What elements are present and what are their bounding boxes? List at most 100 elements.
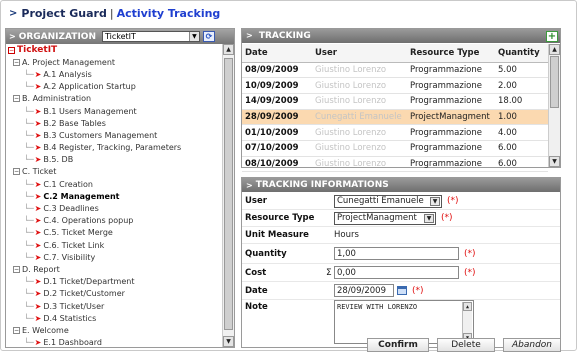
collapse-icon[interactable]: − bbox=[13, 95, 20, 103]
column-header-resource-type[interactable]: Resource Type bbox=[407, 44, 495, 63]
organization-header: > ORGANIZATION TicketIT ▼ ⟳ bbox=[6, 29, 234, 44]
scroll-down-icon[interactable]: ▼ bbox=[549, 156, 560, 167]
unit-measure-value: Hours bbox=[334, 230, 359, 240]
table-row[interactable]: 08/09/2009 Giustino Lorenzo Programmazione… bbox=[242, 62, 548, 79]
tree-scrollbar[interactable]: ▲ ▼ bbox=[222, 44, 234, 347]
required-mark: (*) bbox=[464, 267, 476, 278]
arrow-right-icon: ➤ bbox=[34, 204, 42, 214]
table-row[interactable]: 01/10/2009 Giustino Lorenzo Programmazione… bbox=[242, 124, 548, 141]
user-select[interactable]: Cunegatti Emanuele ▼ bbox=[334, 194, 442, 208]
tree-item[interactable]: └─ ➤ C.7. Visibility bbox=[8, 251, 222, 263]
abandon-button[interactable]: Abandon bbox=[503, 338, 561, 352]
quantity-input[interactable]: 1,00 bbox=[334, 247, 459, 260]
arrow-right-icon: ➤ bbox=[34, 301, 42, 311]
collapse-icon[interactable]: − bbox=[13, 265, 20, 273]
tree-item[interactable]: └─ ➤ E.1 Dashboard bbox=[8, 337, 222, 347]
tree-connector: └─ bbox=[24, 82, 34, 92]
tree-item[interactable]: └─ ➤ D.3 Ticket/User bbox=[8, 300, 222, 312]
cell-qty: 4.00 bbox=[495, 124, 548, 141]
required-mark: (*) bbox=[441, 213, 453, 223]
tree-group[interactable]: − C. Ticket bbox=[8, 166, 222, 178]
app-window: > Project Guard | Activity Tracking > OR… bbox=[0, 0, 577, 352]
tree-root-label: TicketIT bbox=[17, 45, 58, 56]
confirm-button[interactable]: Confirm bbox=[367, 338, 429, 352]
arrow-right-icon: ➤ bbox=[34, 240, 42, 250]
tree-item[interactable]: └─ ➤ D.1 Ticket/Department bbox=[8, 276, 222, 288]
refresh-icon[interactable]: ⟳ bbox=[202, 31, 215, 42]
tree-group[interactable]: − D. Report bbox=[8, 263, 222, 275]
tree-item-label: C.4. Operations popup bbox=[43, 216, 134, 226]
cell-qty: 1.00 bbox=[495, 109, 548, 126]
table-row[interactable]: 10/09/2009 Giustino Lorenzo Programmazione… bbox=[242, 77, 548, 94]
scroll-up-icon[interactable]: ▲ bbox=[549, 44, 560, 55]
table-row[interactable]: 28/09/2009 Cunegatti Emanuele ProjectManag… bbox=[242, 109, 548, 126]
table-row[interactable]: 08/10/2009 Giustino Lorenzo Programmazione… bbox=[242, 156, 548, 173]
tree-root[interactable]: − TicketIT bbox=[8, 44, 222, 56]
cost-input[interactable]: 0,00 bbox=[334, 266, 459, 279]
tree-item[interactable]: └─ ➤ B.3 Customers Management bbox=[8, 129, 222, 141]
tree-item[interactable]: └─ ➤ A.1 Analysis bbox=[8, 68, 222, 80]
calendar-icon[interactable] bbox=[397, 286, 407, 295]
tracking-scrollbar[interactable]: ▲ ▼ bbox=[548, 44, 560, 167]
resource-type-row: Resource Type ProjectManagment ▼ (*) bbox=[242, 210, 560, 227]
cell-user: Giustino Lorenzo bbox=[312, 93, 407, 110]
column-header-date[interactable]: Date bbox=[242, 44, 312, 63]
collapse-icon[interactable]: − bbox=[13, 58, 20, 66]
chevron-down-icon[interactable]: ▼ bbox=[188, 32, 199, 41]
cell-user: Giustino Lorenzo bbox=[312, 77, 407, 94]
tree-item[interactable]: └─ ➤ D.4 Statistics bbox=[8, 312, 222, 324]
table-row[interactable]: 07/10/2009 Giustino Lorenzo Programmazione… bbox=[242, 140, 548, 157]
collapse-icon[interactable]: − bbox=[8, 46, 15, 54]
arrow-right-icon: ➤ bbox=[34, 155, 42, 165]
collapse-icon[interactable]: − bbox=[13, 326, 20, 334]
collapse-icon[interactable]: − bbox=[13, 168, 20, 176]
cell-resource: Programmazione bbox=[407, 93, 495, 110]
tree-item[interactable]: └─ ➤ C.6. Ticket Link bbox=[8, 239, 222, 251]
cell-qty: 2.00 bbox=[495, 77, 548, 94]
tree-item[interactable]: └─ ➤ B.4 Register, Tracking, Parameters bbox=[8, 142, 222, 154]
tree-item[interactable]: └─ ➤ C.3 Deadlines bbox=[8, 202, 222, 214]
tracking-info-title: TRACKING INFORMATIONS bbox=[255, 180, 389, 190]
column-header-user[interactable]: User bbox=[312, 44, 407, 63]
scroll-down-icon[interactable]: ▼ bbox=[223, 336, 234, 347]
tree-group[interactable]: − E. Welcome bbox=[8, 324, 222, 336]
tree-item[interactable]: └─ ➤ C.4. Operations popup bbox=[8, 215, 222, 227]
tree-item[interactable]: └─ ➤ B.2 Base Tables bbox=[8, 117, 222, 129]
cell-qty: 6.00 bbox=[495, 156, 548, 173]
tree-connector: └─ bbox=[24, 313, 34, 323]
chevron-right-icon: > bbox=[9, 32, 16, 41]
organization-select[interactable]: TicketIT ▼ bbox=[101, 31, 200, 42]
add-icon[interactable]: + bbox=[546, 30, 558, 42]
tree-scroll-thumb[interactable] bbox=[224, 58, 233, 330]
resource-type-select[interactable]: ProjectManagment ▼ bbox=[334, 211, 436, 225]
tree-item[interactable]: └─ ➤ B.5. DB bbox=[8, 154, 222, 166]
cell-user: Giustino Lorenzo bbox=[312, 62, 407, 79]
cell-date: 08/10/2009 bbox=[242, 156, 312, 173]
tree-item[interactable]: └─ ➤ D.2 Ticket/Customer bbox=[8, 288, 222, 300]
table-row[interactable]: 14/09/2009 Giustino Lorenzo Programmazione… bbox=[242, 93, 548, 110]
arrow-right-icon: ➤ bbox=[34, 130, 42, 140]
date-input[interactable]: 28/09/2009 bbox=[334, 284, 394, 297]
chevron-down-icon[interactable]: ▼ bbox=[430, 196, 440, 206]
tree-item[interactable]: └─ ➤ C.1 Creation bbox=[8, 178, 222, 190]
tree-item-label: D.4 Statistics bbox=[43, 313, 97, 323]
sigma-icon: Σ bbox=[326, 267, 332, 278]
tree-group[interactable]: − A. Project Management bbox=[8, 56, 222, 68]
note-scrollbar[interactable]: ▲ ▼ bbox=[462, 302, 472, 342]
chevron-down-icon[interactable]: ▼ bbox=[424, 213, 434, 223]
tree-item[interactable]: └─ ➤ C.2 Management bbox=[8, 190, 222, 202]
cell-resource: Programmazione bbox=[407, 156, 495, 173]
column-header-quantity[interactable]: Quantity bbox=[495, 44, 548, 63]
tree-item[interactable]: └─ ➤ B.1 Users Management bbox=[8, 105, 222, 117]
cell-date: 10/09/2009 bbox=[242, 77, 312, 94]
scroll-up-icon[interactable]: ▲ bbox=[463, 302, 472, 311]
tree-group[interactable]: − B. Administration bbox=[8, 93, 222, 105]
tracking-scroll-thumb[interactable] bbox=[550, 56, 559, 108]
tree-item[interactable]: └─ ➤ A.2 Application Startup bbox=[8, 81, 222, 93]
tree-connector: └─ bbox=[24, 301, 34, 311]
cell-user: Giustino Lorenzo bbox=[312, 124, 407, 141]
scroll-up-icon[interactable]: ▲ bbox=[223, 44, 234, 55]
delete-button[interactable]: Delete bbox=[437, 338, 495, 352]
tree-item[interactable]: └─ ➤ C.5. Ticket Merge bbox=[8, 227, 222, 239]
date-row: Date 28/09/2009 (*) bbox=[242, 282, 560, 300]
